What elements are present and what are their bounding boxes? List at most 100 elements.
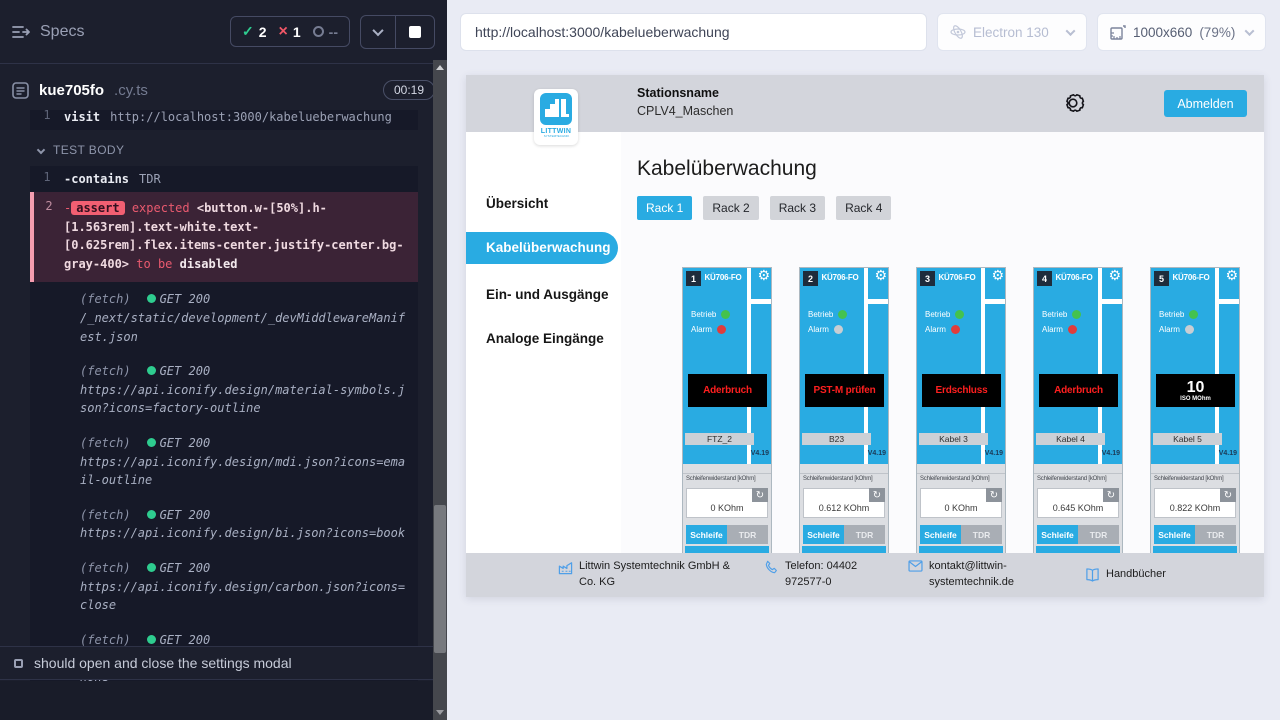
command-row-visit[interactable]: 1 visithttp://localhost:3000/kabelueberw… bbox=[30, 110, 418, 130]
alarm-indicator: Alarm bbox=[808, 325, 843, 334]
fetch-url: https://api.iconify.design/bi.json?icons… bbox=[80, 524, 412, 543]
logout-button[interactable]: Abmelden bbox=[1164, 90, 1247, 117]
scroll-down-button[interactable] bbox=[433, 705, 447, 720]
refresh-icon[interactable]: ↻ bbox=[869, 488, 885, 502]
slot-number: 1 bbox=[686, 271, 701, 286]
card-settings-gear-icon[interactable]: ⚙ bbox=[1108, 269, 1121, 283]
card-settings-gear-icon[interactable]: ⚙ bbox=[757, 269, 770, 283]
aut-stage: http://localhost:3000/kabelueberwachung … bbox=[447, 0, 1280, 720]
refresh-icon[interactable]: ↻ bbox=[1220, 488, 1236, 502]
book-icon bbox=[1085, 568, 1100, 582]
spec-file-header[interactable]: kue705fo.cy.ts 00:19 bbox=[0, 64, 447, 110]
refresh-icon[interactable]: ↻ bbox=[752, 488, 768, 502]
settings-gear-icon[interactable] bbox=[1060, 90, 1086, 116]
reporter-scrollbar[interactable] bbox=[433, 60, 447, 720]
command-row-contains[interactable]: 1 -containsTDR bbox=[30, 166, 418, 192]
slot-number: 3 bbox=[920, 271, 935, 286]
success-dot-icon bbox=[147, 635, 156, 644]
device-model: KÜ706-FO bbox=[1168, 273, 1214, 282]
fetch-log-row[interactable]: (fetch)GET 200 https://api.iconify.desig… bbox=[30, 426, 418, 498]
cable-label: Kabel 4 bbox=[1036, 433, 1105, 445]
fetch-log-row[interactable]: (fetch)GET 200 https://api.iconify.desig… bbox=[30, 498, 418, 551]
tdr-button[interactable]: TDR bbox=[844, 525, 885, 544]
pending-test-row[interactable]: should open and close the settings modal bbox=[0, 646, 433, 680]
specs-list-toggle[interactable]: Specs bbox=[12, 23, 84, 41]
schleife-button[interactable]: Schleife bbox=[803, 525, 844, 544]
app-header: LITTWIN SYSTEMTECHNIK Stationsname CPLV4… bbox=[466, 75, 1264, 132]
spec-duration-badge: 00:19 bbox=[383, 80, 435, 100]
stat-failed: ×1 bbox=[279, 24, 301, 40]
url-address-bar[interactable]: http://localhost:3000/kabelueberwachung bbox=[460, 13, 927, 51]
run-controls bbox=[360, 15, 435, 49]
fetch-log-row[interactable]: (fetch)GET 200 https://api.iconify.desig… bbox=[30, 354, 418, 426]
viewport-selector[interactable]: 1000x660 (79%) bbox=[1097, 13, 1266, 51]
betrieb-indicator: Betrieb bbox=[1042, 310, 1081, 319]
sidebar-item-uebersicht[interactable]: Übersicht bbox=[466, 196, 621, 211]
fetch-log-row[interactable]: (fetch)GET 200 /_next/static/development… bbox=[30, 282, 418, 354]
alarm-indicator: Alarm bbox=[1159, 325, 1194, 334]
resistance-label: Schleifenwiderstand [kOhm] bbox=[1154, 476, 1224, 482]
schleife-button[interactable]: Schleife bbox=[1037, 525, 1078, 544]
resistance-value-box: ↻0 KOhm bbox=[686, 488, 768, 518]
slot-number: 4 bbox=[1037, 271, 1052, 286]
resistance-value-box: ↻0.645 KOhm bbox=[1037, 488, 1119, 518]
stop-run-button[interactable] bbox=[395, 16, 434, 48]
test-body-block: 1 -containsTDR 2 -assert expected <butto… bbox=[30, 166, 418, 694]
failed-assert-row[interactable]: 2 -assert expected <button.w-[50%].h-[1.… bbox=[30, 192, 418, 282]
cypress-reporter-panel: Specs ✓2 ×1 -- kue705fo.cy.ts 00:19 1 vi… bbox=[0, 0, 447, 720]
resistance-label: Schleifenwiderstand [kOhm] bbox=[686, 476, 756, 482]
card-footer-strip bbox=[802, 546, 886, 553]
schleife-button[interactable]: Schleife bbox=[1154, 525, 1195, 544]
station-name: CPLV4_Maschen bbox=[637, 104, 733, 118]
device-cards: 1 KÜ706-FO ⚙ Betrieb Alarm Aderbruch FTZ… bbox=[682, 267, 1264, 553]
resistance-panel: Schleifenwiderstand [kOhm] ↻0 KOhm Schle… bbox=[683, 464, 771, 553]
success-dot-icon bbox=[147, 510, 156, 519]
footer-manuals-link[interactable]: Handbücher bbox=[1085, 567, 1166, 583]
card-settings-gear-icon[interactable]: ⚙ bbox=[1225, 269, 1238, 283]
tab-rack-2[interactable]: Rack 2 bbox=[703, 196, 758, 220]
browser-selector[interactable]: Electron 130 bbox=[937, 13, 1087, 51]
scroll-up-button[interactable] bbox=[433, 60, 447, 75]
pending-test-title: should open and close the settings modal bbox=[34, 655, 292, 671]
card-footer-strip bbox=[1153, 546, 1237, 553]
schleife-button[interactable]: Schleife bbox=[920, 525, 961, 544]
tab-rack-1[interactable]: Rack 1 bbox=[637, 196, 692, 220]
station-label: Stationsname bbox=[637, 86, 733, 100]
app-body: Übersicht Kabelüberwachung Ein- und Ausg… bbox=[466, 132, 1264, 553]
device-model: KÜ706-FO bbox=[934, 273, 980, 282]
footer-email[interactable]: kontakt@littwin-systemtechnik.de bbox=[908, 559, 1068, 591]
collapse-all-button[interactable] bbox=[361, 16, 395, 48]
test-body-section-toggle[interactable]: TEST BODY bbox=[30, 130, 418, 166]
sidebar-item-analoge-eingaenge[interactable]: Analoge Eingänge bbox=[466, 331, 621, 346]
assert-chip: assert bbox=[71, 201, 124, 215]
schleife-button[interactable]: Schleife bbox=[686, 525, 727, 544]
tdr-button[interactable]: TDR bbox=[1195, 525, 1236, 544]
success-dot-icon bbox=[147, 438, 156, 447]
tdr-button[interactable]: TDR bbox=[961, 525, 1002, 544]
command-arg: http://localhost:3000/kabelueberwachung bbox=[110, 110, 392, 124]
tab-rack-3[interactable]: Rack 3 bbox=[770, 196, 825, 220]
assert-message: -assert expected <button.w-[50%].h-[1.56… bbox=[64, 199, 414, 273]
card-settings-gear-icon[interactable]: ⚙ bbox=[991, 269, 1004, 283]
visit-command-block: 1 visithttp://localhost:3000/kabelueberw… bbox=[30, 110, 418, 130]
refresh-icon[interactable]: ↻ bbox=[986, 488, 1002, 502]
tdr-button[interactable]: TDR bbox=[727, 525, 768, 544]
stat-pending: -- bbox=[313, 24, 338, 40]
sidebar-item-kabelueberwachung[interactable]: Kabelüberwachung bbox=[466, 232, 618, 264]
card-settings-gear-icon[interactable]: ⚙ bbox=[874, 269, 887, 283]
firmware-version: V4.19 bbox=[1102, 450, 1120, 457]
tdr-button[interactable]: TDR bbox=[1078, 525, 1119, 544]
fetch-log-row[interactable]: (fetch)GET 200 https://api.iconify.desig… bbox=[30, 551, 418, 623]
resistance-value: 0.645 KOhm bbox=[1038, 503, 1118, 513]
scrollbar-thumb[interactable] bbox=[434, 505, 446, 653]
email-icon bbox=[908, 560, 923, 572]
station-info: Stationsname CPLV4_Maschen bbox=[637, 86, 733, 118]
main-content: Kabelüberwachung Rack 1 Rack 2 Rack 3 Ra… bbox=[621, 132, 1264, 553]
littwin-logo-icon bbox=[540, 93, 572, 125]
sidebar-item-ein-und-ausgaenge[interactable]: Ein- und Ausgänge bbox=[466, 287, 621, 302]
refresh-icon[interactable]: ↻ bbox=[1103, 488, 1119, 502]
test-stats[interactable]: ✓2 ×1 -- bbox=[230, 16, 350, 47]
status-display: Aderbruch bbox=[1039, 374, 1118, 407]
betrieb-indicator: Betrieb bbox=[925, 310, 964, 319]
tab-rack-4[interactable]: Rack 4 bbox=[836, 196, 891, 220]
